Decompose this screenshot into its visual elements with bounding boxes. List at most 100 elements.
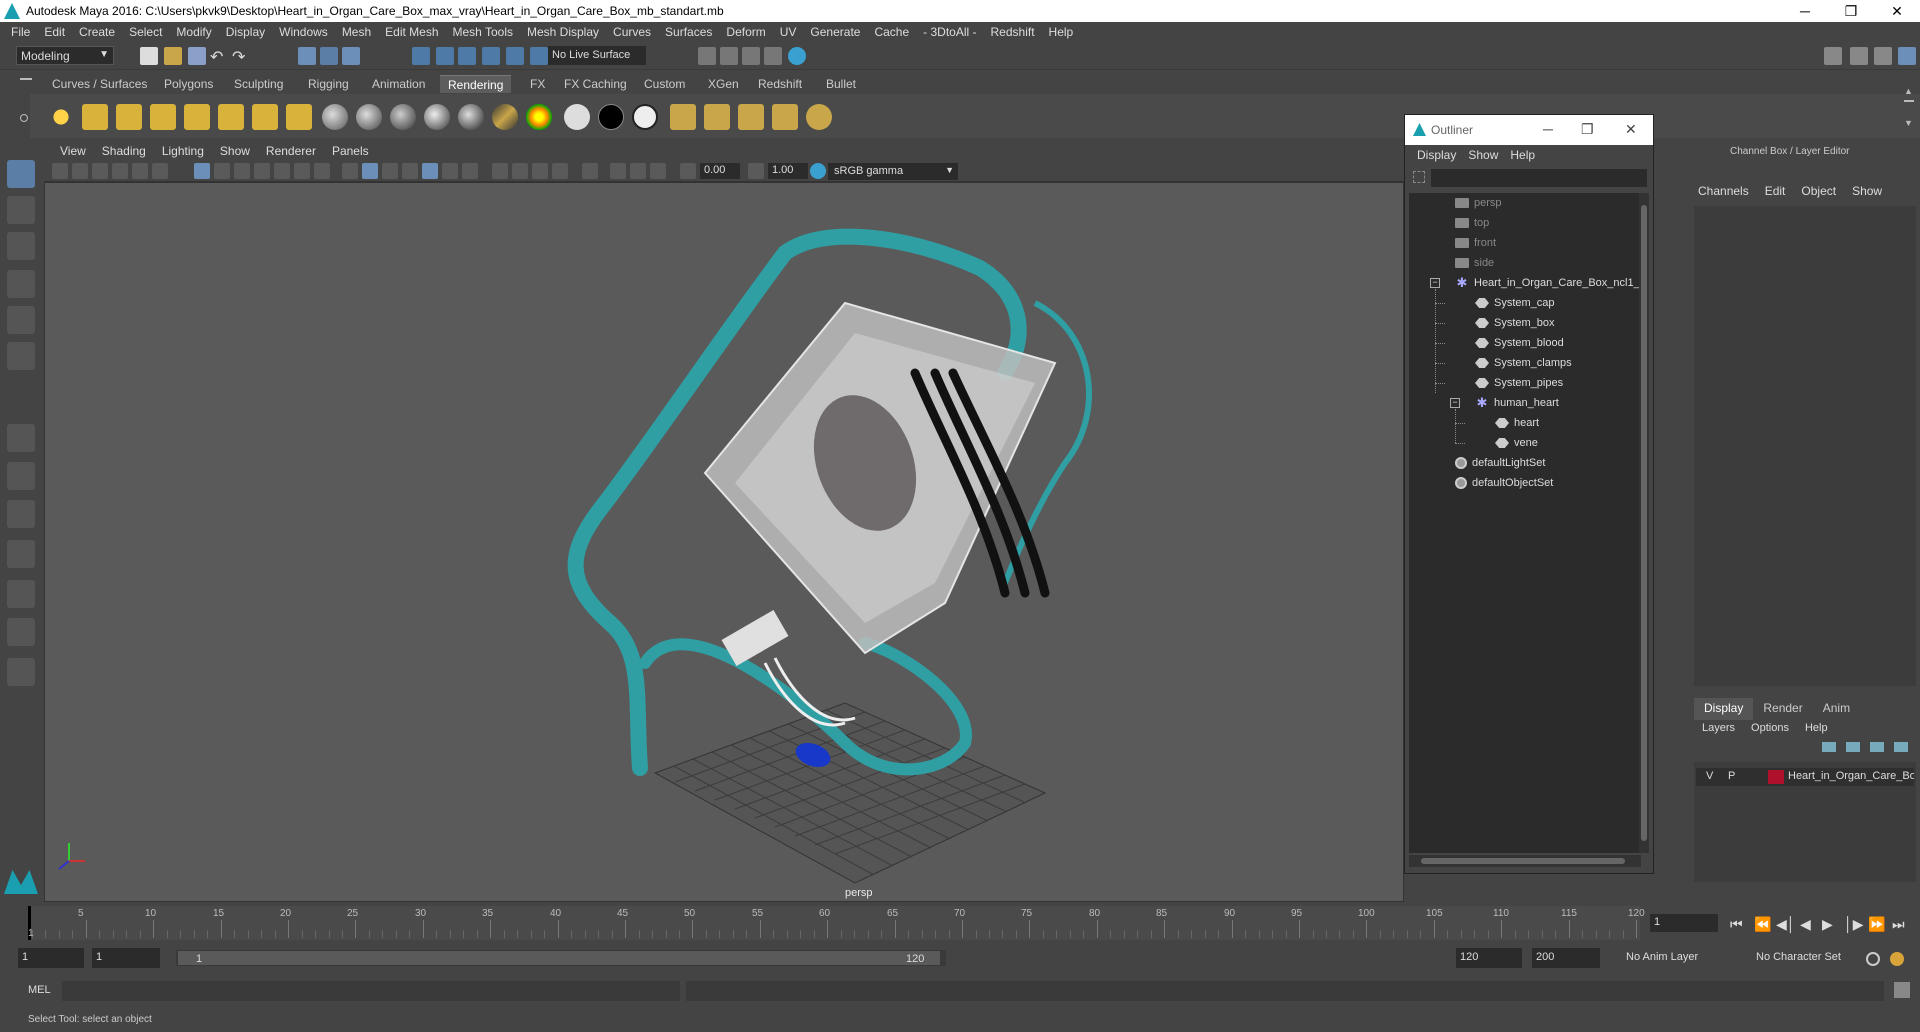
go-to-end-button[interactable]: ⏭ (1892, 916, 1905, 933)
outliner-minimize-button[interactable]: ─ (1543, 121, 1553, 137)
volume-light-icon[interactable] (218, 104, 244, 130)
menu-select[interactable]: Select (122, 25, 169, 39)
range-bar[interactable]: 1 120 (176, 950, 946, 966)
select-by-component-icon[interactable] (342, 47, 360, 65)
ambient-light-icon[interactable] (48, 104, 74, 130)
move-layer-down-icon[interactable] (1846, 742, 1860, 752)
area-light-icon[interactable] (184, 104, 210, 130)
field-chart-icon[interactable] (274, 163, 290, 179)
new-layer-icon[interactable] (1870, 742, 1884, 752)
gate-mask-icon[interactable] (254, 163, 270, 179)
snap-curve-icon[interactable] (436, 47, 454, 65)
render-settings-shelf-icon[interactable] (806, 104, 832, 130)
snap-point-icon[interactable] (458, 47, 476, 65)
3d-viewport[interactable]: persp (44, 182, 1404, 902)
attribute-editor-toggle-icon[interactable] (1850, 47, 1868, 65)
safe-title-icon[interactable] (314, 163, 330, 179)
shelf-tab-rendering[interactable]: Rendering (440, 75, 512, 93)
use-all-lights-icon[interactable] (442, 163, 458, 179)
grease-pencil-icon[interactable] (152, 163, 168, 179)
snap-view-plane-icon[interactable] (482, 47, 500, 65)
menu-file[interactable]: File (4, 25, 37, 39)
menu-generate[interactable]: Generate (803, 25, 867, 39)
snap-grid-icon[interactable] (412, 47, 430, 65)
menu-3dtoall[interactable]: - 3DtoAll - (916, 25, 983, 39)
scrollbar-thumb[interactable] (1421, 858, 1625, 864)
script-editor-icon[interactable] (1894, 982, 1910, 998)
outliner-item[interactable]: System_cap (1475, 293, 1555, 313)
outliner-item[interactable]: front (1455, 233, 1496, 253)
new-layer-selected-icon[interactable] (1894, 742, 1908, 752)
batch-render-icon[interactable] (772, 104, 798, 130)
save-scene-icon[interactable] (188, 47, 206, 65)
layer-menu-help[interactable]: Help (1797, 722, 1836, 734)
shelf-tab-xgen[interactable]: XGen (700, 75, 747, 93)
outliner-horizontal-scrollbar[interactable] (1409, 855, 1641, 867)
viewport-menu-renderer[interactable]: Renderer (258, 144, 324, 158)
exposure-icon[interactable] (680, 163, 696, 179)
xray-joints-icon[interactable] (610, 163, 626, 179)
wireframe-icon[interactable] (342, 163, 358, 179)
outliner-item[interactable]: defaultLightSet (1455, 453, 1545, 473)
collapse-group-button[interactable]: − (1430, 278, 1440, 288)
menu-uv[interactable]: UV (773, 25, 804, 39)
viewport-menu-lighting[interactable]: Lighting (154, 144, 212, 158)
two-view-layout-icon[interactable] (7, 500, 35, 528)
outliner-search-input[interactable] (1431, 169, 1647, 187)
view-transform-select[interactable]: sRGB gamma ▼ (828, 163, 958, 180)
menu-mesh-tools[interactable]: Mesh Tools (446, 25, 520, 39)
range-handle[interactable] (178, 951, 940, 965)
animation-start-field[interactable]: 1 (18, 948, 84, 968)
two-d-pan-icon[interactable] (132, 163, 148, 179)
menu-deform[interactable]: Deform (719, 25, 772, 39)
render-view-shelf-icon[interactable] (670, 104, 696, 130)
channel-box-menu-object[interactable]: Object (1793, 184, 1844, 198)
shelf-menu-icon[interactable] (20, 78, 32, 80)
live-surface-field[interactable]: No Live Surface (548, 46, 646, 65)
shelf-tab-bullet[interactable]: Bullet (818, 75, 864, 93)
viewport-menu-shading[interactable]: Shading (94, 144, 154, 158)
bookmark-icon[interactable] (92, 163, 108, 179)
hypershade-layout-icon[interactable] (7, 618, 35, 646)
play-backwards-button[interactable]: ◀ (1800, 916, 1811, 933)
channel-box-toggle-icon[interactable] (1898, 47, 1916, 65)
outliner-item[interactable]: persp (1455, 193, 1502, 213)
outliner-close-button[interactable]: ✕ (1625, 121, 1637, 138)
outliner-item[interactable]: System_clamps (1475, 353, 1572, 373)
menu-display[interactable]: Display (219, 25, 272, 39)
select-by-hierarchy-icon[interactable] (298, 47, 316, 65)
camera-aim-icon[interactable] (252, 104, 278, 130)
ipr-render-icon[interactable] (742, 47, 760, 65)
outliner-item[interactable]: top (1455, 213, 1489, 233)
outliner-menu-display[interactable]: Display (1411, 148, 1462, 162)
open-scene-icon[interactable] (164, 47, 182, 65)
camera-aim-up-icon[interactable] (286, 104, 312, 130)
ramp-shader-icon[interactable] (526, 104, 552, 130)
outliner-item[interactable]: ✱ Heart_in_Organ_Care_Box_ncl1_1 (1455, 273, 1641, 293)
motion-blur-icon[interactable] (512, 163, 528, 179)
outliner-item[interactable]: System_blood (1475, 333, 1564, 353)
menu-set-selector[interactable]: Modeling ▼ (16, 46, 114, 65)
redo-icon[interactable]: ↷ (232, 47, 250, 66)
minimize-button[interactable]: ─ (1782, 0, 1828, 22)
directional-light-icon[interactable] (82, 104, 108, 130)
script-language-label[interactable]: MEL (28, 984, 51, 996)
outliner-item[interactable]: side (1455, 253, 1494, 273)
anisotropic-material-icon[interactable] (458, 104, 484, 130)
depth-of-field-icon[interactable] (552, 163, 568, 179)
screen-space-ao-icon[interactable] (492, 163, 508, 179)
outliner-menu-show[interactable]: Show (1462, 148, 1504, 162)
menu-edit-mesh[interactable]: Edit Mesh (378, 25, 445, 39)
backface-culling-icon[interactable] (650, 163, 666, 179)
shelf-tab-custom[interactable]: Custom (636, 75, 693, 93)
shelf-tab-fx-caching[interactable]: FX Caching (556, 75, 635, 93)
shelf-tab-animation[interactable]: Animation (364, 75, 433, 93)
rotate-tool-icon[interactable] (7, 306, 35, 334)
ipr-render-shelf-icon[interactable] (738, 104, 764, 130)
blinn-material-icon[interactable] (322, 104, 348, 130)
outliner-item[interactable]: System_box (1475, 313, 1555, 333)
new-scene-icon[interactable] (140, 47, 158, 65)
film-gate-icon[interactable] (214, 163, 230, 179)
undo-icon[interactable]: ↶ (210, 47, 228, 66)
menu-mesh[interactable]: Mesh (335, 25, 378, 39)
